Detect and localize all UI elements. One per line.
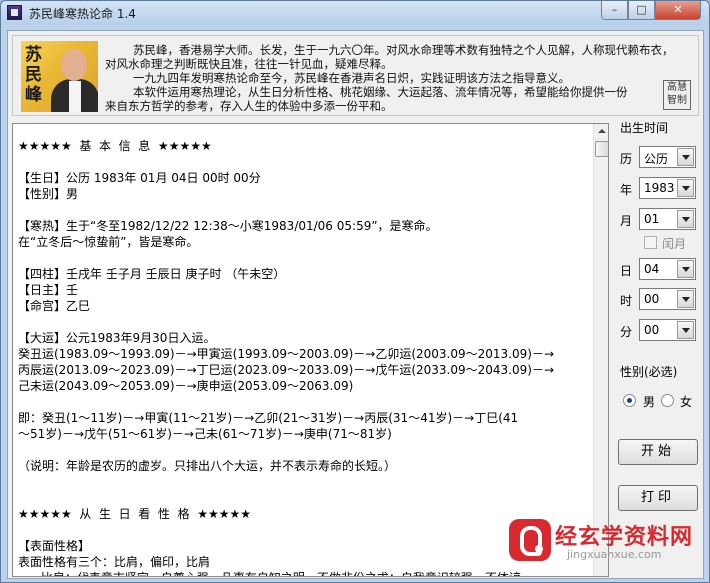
- report-line: 【寒热】生于“冬至1982/12/22 12:38～小寒1983/01/06 0…: [18, 219, 438, 233]
- gender-female-label: 女: [680, 395, 693, 409]
- month-label: 月: [620, 214, 633, 228]
- chevron-down-icon[interactable]: [677, 260, 694, 278]
- intro-line: 本软件运用寒热理论，从生日分析性格、桃花姻缘、大运起落、流年情况等，希望能给你提…: [133, 85, 628, 99]
- watermark-url: jingxuanxue.com: [567, 548, 662, 561]
- portrait-face: [61, 49, 87, 81]
- leap-month-checkbox[interactable]: [644, 236, 657, 249]
- birth-time-label: 出生时间: [620, 121, 669, 135]
- author-portrait: 苏民峰: [21, 41, 98, 112]
- calendar-select[interactable]: 公历: [639, 146, 696, 168]
- gender-male-label: 男: [643, 395, 656, 409]
- portrait-shirt: [69, 81, 81, 112]
- report-line: 比肩：代表意志坚定，自尊心强，凡事有自知之明，不做非份之求；自我意识较强，不体谅: [18, 570, 590, 576]
- input-panel: 出生时间 历 公历 年 1983 月 01 闰月 日 04 时 00 分 00 …: [614, 119, 702, 577]
- start-button[interactable]: 开始: [618, 439, 698, 465]
- calendar-value: 公历: [644, 152, 669, 166]
- app-window: 苏民峰寒热论命 1.4 – □ ✕ 苏民峰 苏民峰，香港易学大师。长发，生于一九…: [0, 0, 710, 583]
- report-line: 己未运(2043.09～2053.09)－→庚申运(2053.09～2063.0…: [18, 379, 354, 393]
- report-line: 丙辰运(2013.09～2023.09)－→丁巳运(2023.09～2033.0…: [18, 363, 554, 377]
- report-line: [18, 394, 590, 410]
- report-line: [18, 474, 590, 490]
- close-button[interactable]: ✕: [655, 1, 701, 20]
- report-line: 【四柱】壬戌年 壬子月 壬辰日 庚子时 （午未空）: [18, 267, 286, 281]
- leap-month-label: 闰月: [662, 237, 687, 251]
- report-line: [18, 490, 590, 506]
- report-line: ★★★★★ 从 生 日 看 性 格 ★★★★★: [18, 507, 251, 521]
- day-select[interactable]: 04: [639, 258, 696, 280]
- report-line: 【命宫】乙巳: [18, 299, 91, 313]
- author-seal: 高慧智制: [663, 80, 691, 110]
- scroll-thumb[interactable]: [595, 141, 608, 157]
- report-line: 表面性格有三个：比肩，偏印，比肩: [18, 555, 211, 569]
- report-line: [18, 202, 590, 218]
- report-line: 在“立冬后～惊蛰前”，皆是寒命。: [18, 235, 199, 249]
- month-select[interactable]: 01: [639, 208, 696, 230]
- intro-line: 来自东方哲学的参考，存入人生的体验中多添一份平和。: [105, 99, 393, 113]
- minute-label: 分: [620, 325, 633, 339]
- report-line: 【表面性格】: [18, 539, 91, 553]
- report-line: 【性别】男: [18, 187, 79, 201]
- report-line: （说明：年龄是农历的虚岁。只排出八个大运，并不表示寿命的长短。）: [18, 459, 397, 473]
- app-icon: [7, 5, 22, 20]
- report-line: [18, 250, 590, 266]
- chevron-down-icon[interactable]: [677, 290, 694, 308]
- report-line: [18, 314, 590, 330]
- report-line: ★★★★★ 基 本 信 息 ★★★★★: [18, 139, 212, 153]
- report-line: ～51岁)－→戊午(51～61岁)－→己未(61～71岁)－→庚申(71～81岁…: [18, 427, 392, 441]
- report-line: 【生日】公历 1983年 01月 04日 00时 00分: [18, 171, 261, 185]
- intro-text: 苏民峰，香港易学大师。长发，生于一九六〇年。对风水命理等术数有独特之个人见解，人…: [105, 43, 674, 113]
- minimize-button[interactable]: –: [601, 1, 628, 20]
- chevron-down-icon[interactable]: [677, 321, 694, 339]
- year-select[interactable]: 1983: [639, 177, 696, 199]
- intro-line: 苏民峰，香港易学大师。长发，生于一九六〇年。对风水命理等术数有独特之个人见解，人…: [133, 43, 674, 57]
- client-area: 苏民峰 苏民峰，香港易学大师。长发，生于一九六〇年。对风水命理等术数有独特之个人…: [7, 30, 704, 579]
- intro-line: 一九九四年发明寒热论命至今，苏民峰在香港声名日炽，实践证明该方法之指导意义。: [133, 71, 570, 85]
- month-value: 01: [644, 212, 660, 226]
- report-content: ★★★★★ 基 本 信 息 ★★★★★ 【生日】公历 1983年 01月 04日…: [18, 138, 590, 576]
- report-line: [18, 442, 590, 458]
- intro-line: 对风水命理之判断既快且准，往往一针见血，疑难尽释。: [105, 57, 393, 71]
- maximize-button[interactable]: □: [628, 1, 655, 20]
- site-watermark: 经玄学资料网 jingxuanxue.com: [509, 517, 699, 573]
- site-logo-icon: [509, 519, 551, 561]
- print-button[interactable]: 打印: [618, 485, 698, 511]
- report-line: [18, 154, 590, 170]
- watermark-title: 经玄学资料网: [555, 525, 694, 550]
- report-line: 即：癸丑(1～11岁)－→甲寅(11～21岁)－→乙卯(21～31岁)－→丙辰(…: [18, 411, 519, 425]
- intro-panel: 苏民峰 苏民峰，香港易学大师。长发，生于一九六〇年。对风水命理等术数有独特之个人…: [12, 35, 699, 116]
- report-line: 【大运】公元1983年9月30日入运。: [18, 331, 216, 345]
- minute-value: 00: [644, 323, 660, 337]
- year-value: 1983: [644, 181, 675, 195]
- gender-male-radio[interactable]: [623, 394, 636, 407]
- year-label: 年: [620, 183, 633, 197]
- report-line: 癸丑运(1983.09～1993.09)－→甲寅运(1993.09～2003.0…: [18, 347, 554, 361]
- report-line: 【日主】壬: [18, 283, 79, 297]
- hour-value: 00: [644, 292, 660, 306]
- scroll-up-icon[interactable]: [594, 124, 608, 140]
- report-scrollbar[interactable]: [593, 124, 608, 576]
- title-bar[interactable]: 苏民峰寒热论命 1.4 – □ ✕: [1, 1, 709, 25]
- report-line: [18, 522, 590, 538]
- day-label: 日: [620, 264, 633, 278]
- hour-select[interactable]: 00: [639, 288, 696, 310]
- gender-female-radio[interactable]: [661, 394, 674, 407]
- gender-label: 性别(必选): [620, 365, 678, 379]
- portrait-calligraphy: 苏民峰: [25, 45, 42, 105]
- day-value: 04: [644, 262, 660, 276]
- report-textbox[interactable]: ★★★★★ 基 本 信 息 ★★★★★ 【生日】公历 1983年 01月 04日…: [12, 123, 609, 577]
- window-title: 苏民峰寒热论命 1.4: [29, 7, 136, 21]
- calendar-label: 历: [620, 152, 633, 166]
- minute-select[interactable]: 00: [639, 319, 696, 341]
- chevron-down-icon[interactable]: [677, 210, 694, 228]
- hour-label: 时: [620, 294, 633, 308]
- chevron-down-icon[interactable]: [677, 179, 694, 197]
- chevron-down-icon[interactable]: [677, 148, 694, 166]
